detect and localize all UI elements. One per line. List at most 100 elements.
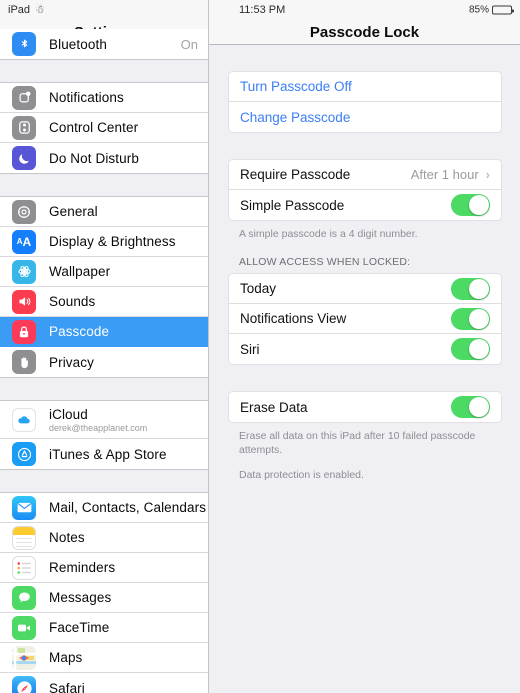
sidebar-item-messages[interactable]: Messages (0, 583, 208, 613)
app-store-icon (12, 442, 36, 466)
erase-data-label: Erase Data (240, 399, 308, 415)
do-not-disturb-icon (12, 146, 36, 170)
sidebar-item-label: Notifications (49, 90, 124, 105)
device-label: iPad (8, 4, 31, 16)
battery-indicator: 85% (468, 4, 514, 16)
section-gap (0, 60, 208, 82)
erase-data-toggle[interactable] (451, 396, 490, 419)
sidebar-item-itunes-app-store[interactable]: iTunes & App Store (0, 439, 208, 469)
sidebar-item-wallpaper[interactable]: Wallpaper (0, 257, 208, 287)
sidebar-item-mail-contacts-calendars[interactable]: Mail, Contacts, Calendars (0, 493, 208, 523)
require-passcode-label: Require Passcode (240, 167, 351, 182)
erase-data-row[interactable]: Erase Data (229, 392, 501, 423)
sidebar-item-sublabel: derek@theapplanet.com (49, 422, 148, 433)
sidebar-item-maps[interactable]: Maps (0, 643, 208, 673)
sidebar-item-control-center[interactable]: Control Center (0, 113, 208, 143)
passcode-actions-card: Turn Passcode Off Change Passcode (228, 71, 502, 133)
wallpaper-icon (12, 259, 36, 284)
privacy-hand-icon (12, 350, 36, 374)
sidebar-scroll[interactable]: Bluetooth On Notifications Control Cente… (0, 29, 208, 693)
sidebar-group-apps: Mail, Contacts, Calendars Notes Reminder… (0, 492, 208, 693)
maps-icon (12, 645, 36, 670)
display-brightness-icon: AA (12, 229, 36, 254)
sidebar-item-notes[interactable]: Notes (0, 523, 208, 553)
section-gap (0, 174, 208, 196)
sidebar-item-general[interactable]: General (0, 197, 208, 227)
sidebar-item-privacy[interactable]: Privacy (0, 347, 208, 377)
turn-passcode-off-button[interactable]: Turn Passcode Off (229, 72, 501, 102)
change-passcode-button[interactable]: Change Passcode (229, 102, 501, 132)
require-passcode-row[interactable]: Require Passcode After 1 hour › (229, 160, 501, 190)
sidebar-item-bluetooth[interactable]: Bluetooth On (0, 29, 208, 59)
sidebar-item-label: Sounds (49, 294, 96, 309)
control-center-icon (12, 115, 36, 140)
require-passcode-value-group: After 1 hour › (411, 167, 490, 182)
sidebar-item-do-not-disturb[interactable]: Do Not Disturb (0, 143, 208, 173)
erase-data-card: Erase Data (228, 391, 502, 424)
sidebar-item-value: On (180, 36, 198, 52)
sidebar-item-notifications[interactable]: Notifications (0, 83, 208, 113)
safari-icon (12, 676, 36, 693)
sidebar-item-label: General (49, 204, 98, 219)
icloud-icon (12, 407, 36, 432)
sidebar-item-label: FaceTime (49, 620, 110, 635)
siri-row[interactable]: Siri (229, 334, 501, 365)
chevron-right-icon: › (485, 167, 490, 182)
sounds-icon (12, 289, 36, 314)
siri-toggle[interactable] (451, 338, 490, 361)
reminders-icon (12, 555, 36, 580)
require-passcode-value: After 1 hour (410, 167, 479, 182)
status-bar-left: iPad ☃ (0, 0, 208, 20)
siri-label: Siri (240, 341, 260, 357)
data-protection-footnote: Data protection is enabled. (239, 468, 364, 481)
sidebar-item-label: Notes (49, 530, 85, 545)
sidebar-item-sounds[interactable]: Sounds (0, 287, 208, 317)
today-row[interactable]: Today (229, 274, 501, 305)
sidebar-item-safari[interactable]: Safari (0, 673, 208, 693)
sidebar-item-label: Messages (49, 590, 112, 605)
today-toggle[interactable] (451, 277, 490, 300)
sidebar-item-label: iTunes & App Store (49, 446, 167, 462)
wifi-icon: ☃ (35, 3, 45, 16)
status-bar-right: 11:53 PM 85% (209, 0, 520, 20)
sidebar-item-label: Do Not Disturb (49, 150, 139, 166)
section-gap (0, 378, 208, 400)
sidebar-item-label: Bluetooth (49, 36, 107, 52)
battery-percent-label: 85% (468, 4, 489, 16)
facetime-icon (12, 615, 36, 640)
sidebar-item-label: Passcode (49, 324, 110, 339)
allow-access-card: Today Notifications View Siri (228, 273, 502, 366)
sidebar-item-icloud[interactable]: iCloud derek@theapplanet.com (0, 401, 208, 439)
battery-icon (492, 5, 514, 15)
today-label: Today (240, 281, 277, 297)
sidebar-item-reminders[interactable]: Reminders (0, 553, 208, 583)
sidebar-item-label: Mail, Contacts, Calendars (49, 500, 207, 515)
mail-icon (12, 495, 36, 520)
sidebar-item-label: iCloud (49, 406, 88, 422)
section-gap (0, 470, 208, 492)
sidebar-group-notifications: Notifications Control Center Do Not Dist… (0, 82, 208, 174)
sidebar-item-display-brightness[interactable]: AA Display & Brightness (0, 227, 208, 257)
settings-sidebar: iPad ☃ Settings Bluetooth On (0, 0, 209, 693)
passcode-lock-detail-panel: 11:53 PM 85% Passcode Lock Turn Passcode… (209, 0, 520, 693)
sidebar-item-facetime[interactable]: FaceTime (0, 613, 208, 643)
simple-passcode-row[interactable]: Simple Passcode (229, 190, 501, 220)
sidebar-item-label: Maps (49, 650, 83, 665)
sidebar-item-label: Privacy (49, 354, 94, 370)
sidebar-item-label: Control Center (49, 120, 139, 135)
sidebar-item-label: Safari (49, 680, 85, 693)
sidebar-item-label: Display & Brightness (49, 234, 176, 249)
notes-icon (12, 525, 36, 550)
sidebar-item-label: Wallpaper (49, 264, 111, 279)
sidebar-group-connectivity: Bluetooth On (0, 29, 208, 60)
notifications-view-toggle[interactable] (451, 307, 490, 330)
notifications-view-row[interactable]: Notifications View (229, 304, 501, 335)
clock-label: 11:53 PM (239, 4, 286, 16)
notifications-icon (12, 85, 36, 110)
sidebar-item-passcode[interactable]: Passcode (0, 317, 208, 347)
general-gear-icon (12, 199, 36, 224)
simple-passcode-toggle[interactable] (451, 194, 490, 216)
sidebar-group-system: General AA Display & Brightness Wallpape… (0, 196, 208, 378)
detail-content: Turn Passcode Off Change Passcode Requir… (209, 45, 520, 482)
sidebar-group-accounts: iCloud derek@theapplanet.com iTunes & Ap… (0, 400, 208, 470)
